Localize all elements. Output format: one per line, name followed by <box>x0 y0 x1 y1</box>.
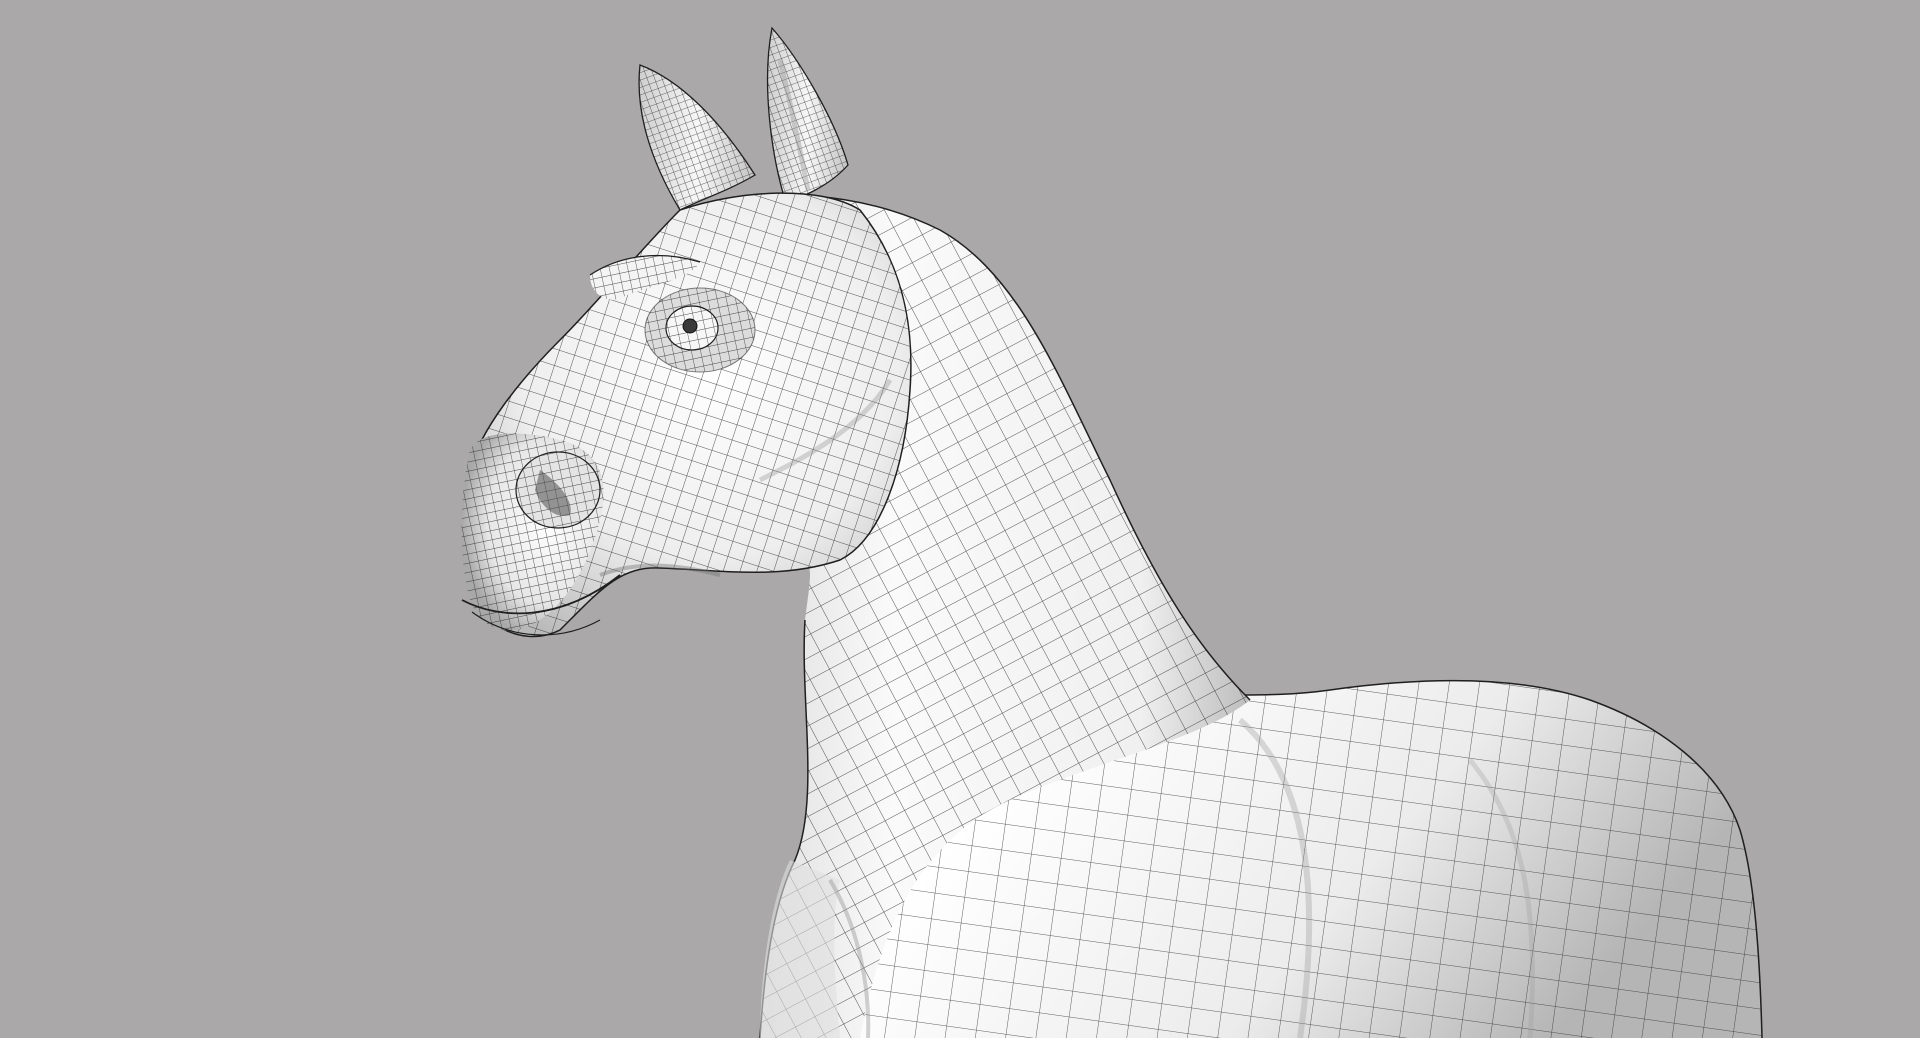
3d-viewport[interactable] <box>0 0 1920 1038</box>
horse-model-render <box>0 0 1920 1038</box>
horse-eye <box>644 287 756 373</box>
horse-nostril <box>515 451 601 529</box>
